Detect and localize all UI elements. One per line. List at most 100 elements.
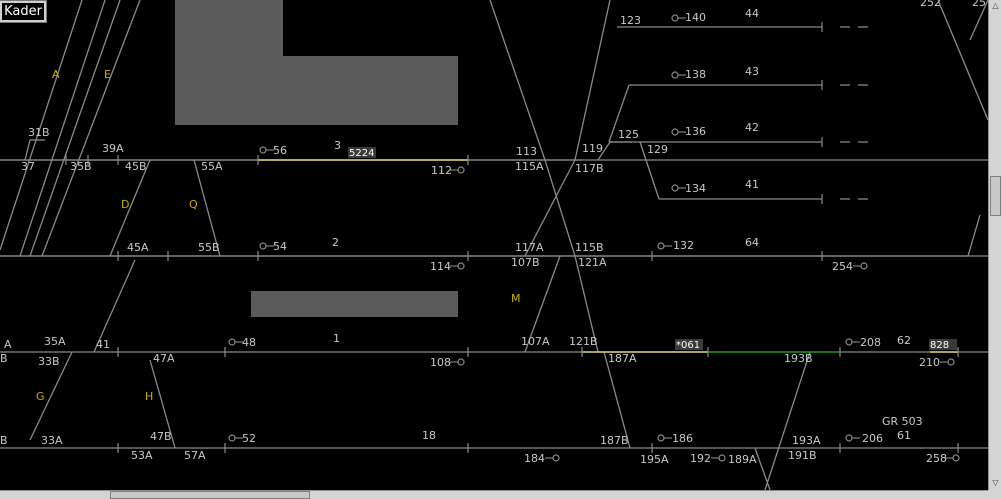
switch-number-label: 113 xyxy=(516,145,537,158)
switch-number-label: 55B xyxy=(198,241,220,254)
switch-letter-label: M xyxy=(511,292,521,305)
track-segment xyxy=(0,0,83,251)
switch-number-label: 55A xyxy=(201,160,223,173)
signal-icon xyxy=(228,434,236,442)
train-number: 5224 xyxy=(349,148,374,159)
signal-icon xyxy=(671,71,679,79)
signal-icon xyxy=(718,454,726,462)
track-diagram-viewport[interactable]: 56 54 48 52 112 114 108 184 140 138 136 134 132 254 20… xyxy=(0,0,988,490)
scroll-up-arrow-icon[interactable]: △ xyxy=(989,0,1002,12)
switch-number-label: 33A xyxy=(41,434,63,447)
switch-number-label: B xyxy=(0,352,8,365)
signal-number: 140 xyxy=(685,11,706,24)
track-number-label: 18 xyxy=(422,429,436,442)
horizontal-scrollbar[interactable] xyxy=(0,490,988,499)
switch-number-label: 33B xyxy=(38,355,60,368)
switch-number-label: 123 xyxy=(620,14,641,27)
signal-number: 258 xyxy=(926,452,947,465)
signal-number: 48 xyxy=(242,336,256,349)
switch-letter-label: A xyxy=(52,68,60,81)
track-number-label: 61 xyxy=(897,429,911,442)
track-number-label: 41 xyxy=(745,178,759,191)
signal-number: 132 xyxy=(673,239,694,252)
switch-number-label: 187A xyxy=(608,352,637,365)
kader-button[interactable]: Kader xyxy=(0,0,47,23)
track-segment xyxy=(489,0,546,161)
signal-number: 184 xyxy=(524,452,545,465)
switch-number-label: 35B xyxy=(70,160,92,173)
switch-number-label: 47B xyxy=(150,430,172,443)
signal-icon xyxy=(259,242,267,250)
track-number-label: 3 xyxy=(334,139,341,152)
signal-icon xyxy=(657,242,665,250)
track-number-label: GR 503 xyxy=(882,415,923,428)
track-segment xyxy=(764,351,811,490)
switch-number-label: 53A xyxy=(131,449,153,462)
train-number: *061 xyxy=(676,340,700,351)
switch-letter-label: H xyxy=(145,390,153,403)
signal-icon xyxy=(671,14,679,22)
switch-number-label: 107B xyxy=(511,256,540,269)
building-block xyxy=(175,0,458,125)
signal-icon xyxy=(552,454,560,462)
track-number-label: 2 xyxy=(332,236,339,249)
switch-letter-label: G xyxy=(36,390,45,403)
scroll-corner xyxy=(988,490,1002,499)
signal-icon xyxy=(457,262,465,270)
switch-number-label: 193B xyxy=(784,352,813,365)
signal-number: 208 xyxy=(860,336,881,349)
switch-number-label: 191B xyxy=(788,449,817,462)
signal-icon xyxy=(947,358,955,366)
switch-number-label: A xyxy=(4,338,12,351)
switch-number-label: 31B xyxy=(28,126,50,139)
switch-number-label: 195A xyxy=(640,453,669,466)
signal-number: 136 xyxy=(685,125,706,138)
signal-number: 254 xyxy=(832,260,853,273)
switch-number-label: 193A xyxy=(792,434,821,447)
signal-icon xyxy=(952,454,960,462)
switch-number-label: 189A xyxy=(728,453,757,466)
signal-number: 192 xyxy=(690,452,711,465)
platform-block xyxy=(251,291,458,317)
switch-number-label: 115B xyxy=(575,241,604,254)
switch-number-label: 39A xyxy=(102,142,124,155)
signal-number: 206 xyxy=(862,432,883,445)
track-segment xyxy=(754,447,771,490)
switch-letter-label: E xyxy=(104,68,111,81)
track-number-label: 43 xyxy=(745,65,759,78)
switch-number-label: 129 xyxy=(647,143,668,156)
signal-icon xyxy=(457,166,465,174)
train-number: 828 xyxy=(930,340,949,351)
scroll-down-arrow-icon[interactable]: ▽ xyxy=(989,477,1002,489)
switch-letter-label: Q xyxy=(189,198,198,211)
track-number-label: 1 xyxy=(333,332,340,345)
switch-number-label: 35A xyxy=(44,335,66,348)
switch-number-label: 45B xyxy=(125,160,147,173)
signal-icon xyxy=(228,338,236,346)
switch-number-label: 121B xyxy=(569,335,598,348)
vertical-scrollbar[interactable]: △ ▽ xyxy=(988,0,1002,490)
track-segment xyxy=(24,139,31,161)
signal-icon xyxy=(657,434,665,442)
track-segment xyxy=(574,0,611,161)
switch-number-label: 107A xyxy=(521,335,550,348)
switch-number-label: 187B xyxy=(600,434,629,447)
track-diagram: 5654485211211410818414013813613413225420… xyxy=(0,0,988,490)
track-segment xyxy=(967,214,981,257)
signal-number: 52 xyxy=(242,432,256,445)
signal-icon xyxy=(860,262,868,270)
signal-icon xyxy=(671,128,679,136)
switch-number-label: 252 xyxy=(920,0,941,9)
track-number-label: 44 xyxy=(745,7,759,20)
signal-number: 134 xyxy=(685,182,706,195)
horizontal-scroll-thumb[interactable] xyxy=(110,491,310,499)
switch-number-label: 117B xyxy=(575,162,604,175)
signal-number: 54 xyxy=(273,240,287,253)
signal-icon xyxy=(671,184,679,192)
switch-number-label: 119 xyxy=(582,142,603,155)
vertical-scroll-thumb[interactable] xyxy=(990,176,1001,216)
signal-number: 108 xyxy=(430,356,451,369)
switch-number-label: 115A xyxy=(515,160,544,173)
signal-number: 210 xyxy=(919,356,940,369)
signal-icon xyxy=(845,338,853,346)
